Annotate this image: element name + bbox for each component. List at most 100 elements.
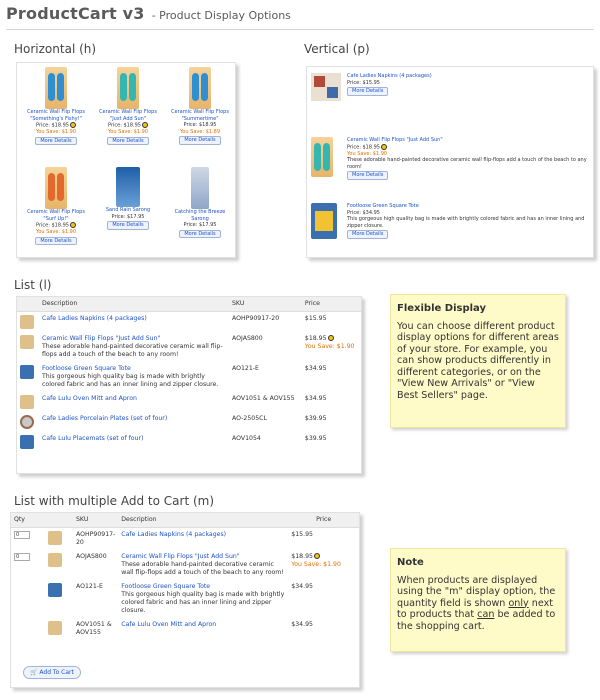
table-row: Footloose Green Square Tote This gorgeou… <box>17 362 361 392</box>
flip-flop-image[interactable] <box>45 167 67 209</box>
product-savings: You Save: $1.90 <box>304 342 355 350</box>
note-emphasis: can <box>477 609 495 620</box>
product-price: Price: $18.95 <box>347 144 380 150</box>
section-title-horizontal: Horizontal (h) <box>14 42 97 56</box>
product-thumbnail[interactable] <box>48 530 62 545</box>
flip-flop-image[interactable] <box>189 67 211 109</box>
flip-flop-image[interactable] <box>45 67 67 109</box>
more-details-button[interactable]: More Details <box>107 221 149 230</box>
list-table: Description SKU Price Cafe Ladies Napkin… <box>17 297 361 452</box>
more-details-button[interactable]: More Details <box>347 87 389 96</box>
more-details-button[interactable]: More Details <box>179 136 221 145</box>
product-price: Price: $17.95 <box>111 213 145 220</box>
product-sku: AOJAS800 <box>76 552 107 560</box>
product-savings: You Save: $1.90 <box>107 129 149 135</box>
product-name-link[interactable]: Cafe Lulu Placemats (set of four) <box>42 435 226 443</box>
more-details-button[interactable]: More Details <box>347 230 389 239</box>
product-price: Price: $18.95 <box>108 122 141 129</box>
product-name-link[interactable]: Ceramic Wall Flip Flops "Summertime" <box>167 109 233 122</box>
table-row: Cafe Lulu Oven Mitt and Apron AOV1051 & … <box>17 392 361 412</box>
product-thumbnail[interactable] <box>20 314 34 329</box>
product-sku: AOHP90917-20 <box>232 314 280 322</box>
sarong-image[interactable] <box>116 167 140 207</box>
column-header-description: Description <box>118 513 289 528</box>
product-name-link[interactable]: Catching the Breeze Sarong <box>167 209 233 222</box>
product-card: Ceramic Wall Flip Flops "Something's Fis… <box>23 67 89 145</box>
column-header-price: Price <box>301 297 361 312</box>
product-savings: You Save: $1.90 <box>35 129 77 135</box>
sarong-image[interactable] <box>191 167 209 209</box>
flip-flop-image[interactable] <box>117 67 139 109</box>
product-sku: AO-2505CL <box>232 414 267 422</box>
page-subtitle: - Product Display Options <box>151 9 291 22</box>
cart-icon: 🛒 <box>30 669 38 676</box>
product-name-link[interactable]: Cafe Lulu Oven Mitt and Apron <box>121 621 285 629</box>
product-name-link[interactable]: Ceramic Wall Flip Flops "Just Add Sun" <box>42 335 226 343</box>
flip-flop-image[interactable] <box>311 137 333 177</box>
product-name-link[interactable]: Cafe Ladies Napkins (4 packages) <box>121 531 285 539</box>
product-price: $18.95 <box>304 334 327 342</box>
product-price: $18.95 <box>291 552 313 560</box>
product-name-link[interactable]: Ceramic Wall Flip Flops "Something's Fis… <box>23 109 89 122</box>
product-price: Price: $18.95 <box>36 222 69 229</box>
product-row: Ceramic Wall Flip Flops "Just Add Sun" P… <box>311 137 593 187</box>
product-price: Price: $17.95 <box>183 222 217 228</box>
product-card: Ceramic Wall Flip Flops "Surf Up!" Price… <box>23 167 89 245</box>
quantity-input[interactable]: 0 <box>14 530 30 539</box>
product-name-link[interactable]: Ceramic Wall Flip Flops "Just Add Sun" <box>121 553 285 561</box>
product-row: Footloose Green Square Tote Price: $34.9… <box>311 203 593 251</box>
coin-icon <box>380 143 387 150</box>
tote-image[interactable] <box>311 203 337 239</box>
table-row: 0 AOHP90917-20 Cafe Ladies Napkins (4 pa… <box>11 527 359 550</box>
list-panel: Description SKU Price Cafe Ladies Napkin… <box>16 296 362 474</box>
product-description: These adorable hand-painted decorative c… <box>347 157 587 170</box>
product-price: $15.95 <box>291 530 313 538</box>
note-body: When products are displayed using the "m… <box>397 575 559 633</box>
product-card: Catching the Breeze Sarong Price: $17.95… <box>167 167 233 238</box>
more-details-button[interactable]: More Details <box>35 136 77 145</box>
more-details-button[interactable]: More Details <box>107 136 149 145</box>
column-header-qty: Qty <box>11 513 45 528</box>
product-price: $34.95 <box>291 620 313 628</box>
table-header-row: Qty SKU Description Price <box>11 513 359 528</box>
product-thumbnail[interactable] <box>20 364 34 379</box>
note-emphasis: only <box>508 597 529 609</box>
table-row: Cafe Ladies Napkins (4 packages) AOHP909… <box>17 311 361 332</box>
product-thumbnail[interactable] <box>48 552 62 567</box>
table-header-row: Description SKU Price <box>17 297 361 312</box>
product-row: Cafe Ladies Napkins (4 packages) Price: … <box>311 73 593 113</box>
product-name-link[interactable]: Footloose Green Square Tote <box>42 365 226 373</box>
more-details-button[interactable]: More Details <box>179 229 221 238</box>
quantity-input[interactable]: 0 <box>14 552 30 561</box>
more-details-button[interactable]: More Details <box>347 171 389 180</box>
add-to-cart-button[interactable]: 🛒 Add To Cart <box>23 666 81 679</box>
product-thumbnail[interactable] <box>48 620 62 635</box>
product-savings: You Save: $1.89 <box>179 128 221 135</box>
table-row: Cafe Lulu Placemats (set of four) AOV105… <box>17 432 361 452</box>
product-thumbnail[interactable] <box>20 414 34 429</box>
coin-icon <box>69 122 76 128</box>
product-name-link[interactable]: Footloose Green Square Tote <box>121 583 285 591</box>
coin-icon <box>69 222 76 228</box>
product-name-link[interactable]: Ceramic Wall Flip Flops "Just Add Sun" <box>95 109 161 122</box>
product-name-link[interactable]: Cafe Ladies Napkins (4 packages) <box>42 315 226 323</box>
horizontal-panel: Ceramic Wall Flip Flops "Something's Fis… <box>16 62 236 258</box>
product-sku: AOV1054 <box>232 434 261 442</box>
more-details-button[interactable]: More Details <box>35 236 77 245</box>
table-row: AO121-E Footloose Green Square Tote This… <box>11 580 359 618</box>
page-title: ProductCart v3 <box>6 4 145 23</box>
product-savings: You Save: $1.90 <box>291 560 341 568</box>
napkins-image[interactable] <box>311 73 341 101</box>
product-thumbnail[interactable] <box>20 394 34 409</box>
product-thumbnail[interactable] <box>48 582 62 597</box>
product-name-link[interactable]: Cafe Lulu Oven Mitt and Apron <box>42 395 226 403</box>
product-name-link[interactable]: Cafe Ladies Porcelain Plates (set of fou… <box>42 415 226 423</box>
page-header: ProductCart v3 - Product Display Options <box>6 4 594 30</box>
note-title: Note <box>397 557 424 568</box>
product-name-link[interactable]: Ceramic Wall Flip Flops "Surf Up!" <box>23 209 89 222</box>
column-header-price: Price <box>288 513 359 528</box>
product-thumbnail[interactable] <box>20 434 34 449</box>
product-thumbnail[interactable] <box>20 334 34 349</box>
product-price: Price: $18.95 <box>183 122 217 128</box>
product-price: Price: $15.95 <box>347 79 380 86</box>
